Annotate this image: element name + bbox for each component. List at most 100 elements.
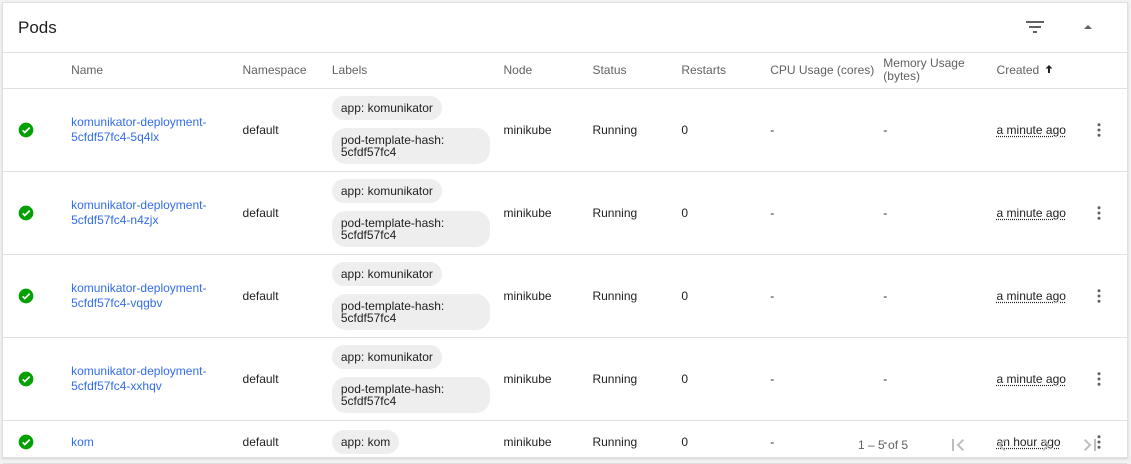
arrow-up-icon xyxy=(1043,63,1055,75)
more-vert-icon[interactable] xyxy=(1087,121,1111,139)
created-time: a minute ago xyxy=(997,123,1066,137)
actions-cell xyxy=(1087,338,1127,421)
pod-name-link[interactable]: komunikator-deployment-5cfdf57fc4-5q4lx xyxy=(71,115,221,145)
check-circle-icon xyxy=(18,288,34,304)
labels-cell: app: komunikator pod-template-hash: 5cfdf… xyxy=(332,89,504,172)
actions-column-header xyxy=(1087,52,1127,89)
page-title: Pods xyxy=(18,18,57,38)
column-header-status[interactable]: Status xyxy=(592,52,681,89)
status-text-cell: Running xyxy=(592,255,681,338)
actions-cell xyxy=(1087,172,1127,255)
more-vert-icon[interactable] xyxy=(1087,204,1111,222)
column-header-name[interactable]: Name xyxy=(71,52,242,89)
created-time: a minute ago xyxy=(997,206,1066,220)
label-chip: app: komunikator xyxy=(332,179,442,203)
column-header-created[interactable]: Created xyxy=(997,52,1088,89)
memory-cell: - xyxy=(883,255,996,338)
label-chip: pod-template-hash: 5cfdf57fc4 xyxy=(332,377,490,413)
cpu-cell: - xyxy=(770,172,883,255)
created-cell: a minute ago xyxy=(997,338,1088,421)
restarts-cell: 0 xyxy=(681,255,770,338)
created-cell: a minute ago xyxy=(997,89,1088,172)
name-cell: komunikator-deployment-5cfdf57fc4-xxhqv xyxy=(71,338,242,421)
restarts-cell: 0 xyxy=(681,338,770,421)
labels-cell: app: komunikator pod-template-hash: 5cfdf… xyxy=(332,338,504,421)
label-chip-list: app: komunikator pod-template-hash: 5cfdf… xyxy=(332,255,504,337)
pods-card: Pods Name Namespace Labels Node Status R… xyxy=(2,2,1128,458)
cpu-cell: - xyxy=(770,89,883,172)
table-row[interactable]: komunikator-deployment-5cfdf57fc4-n4zjx … xyxy=(3,172,1127,255)
name-cell: komunikator-deployment-5cfdf57fc4-5q4lx xyxy=(71,89,242,172)
status-text-cell: Running xyxy=(592,89,681,172)
next-page-icon[interactable] xyxy=(1034,433,1058,457)
table-row[interactable]: komunikator-deployment-5cfdf57fc4-vqgbv … xyxy=(3,255,1127,338)
label-chip: app: komunikator xyxy=(332,96,442,120)
name-cell: komunikator-deployment-5cfdf57fc4-n4zjx xyxy=(71,172,242,255)
node-cell: minikube xyxy=(504,255,593,338)
memory-cell: - xyxy=(883,172,996,255)
namespace-cell: default xyxy=(243,338,332,421)
namespace-cell: default xyxy=(243,89,332,172)
created-cell: a minute ago xyxy=(997,172,1088,255)
label-chip-list: app: komunikator pod-template-hash: 5cfdf… xyxy=(332,89,504,171)
column-header-node[interactable]: Node xyxy=(504,52,593,89)
check-circle-icon xyxy=(18,122,34,138)
actions-cell xyxy=(1087,255,1127,338)
actions-cell xyxy=(1087,89,1127,172)
status-cell xyxy=(3,338,71,421)
more-vert-icon[interactable] xyxy=(1087,287,1111,305)
restarts-cell: 0 xyxy=(681,89,770,172)
memory-cell: - xyxy=(883,89,996,172)
previous-page-icon[interactable] xyxy=(990,433,1014,457)
node-cell: minikube xyxy=(504,338,593,421)
pods-table: Name Namespace Labels Node Status Restar… xyxy=(3,52,1127,464)
label-chip: pod-template-hash: 5cfdf57fc4 xyxy=(332,211,490,247)
node-cell: minikube xyxy=(504,172,593,255)
label-chip-list: app: komunikator pod-template-hash: 5cfdf… xyxy=(332,172,504,254)
first-page-icon[interactable] xyxy=(946,433,970,457)
table-header-row: Name Namespace Labels Node Status Restar… xyxy=(3,52,1127,89)
column-header-created-label: Created xyxy=(997,63,1040,77)
label-chip: app: komunikator xyxy=(332,262,442,286)
last-page-icon[interactable] xyxy=(1078,433,1102,457)
pod-name-link[interactable]: komunikator-deployment-5cfdf57fc4-n4zjx xyxy=(71,198,221,228)
status-text-cell: Running xyxy=(592,172,681,255)
name-cell: komunikator-deployment-5cfdf57fc4-vqgbv xyxy=(71,255,242,338)
created-time: a minute ago xyxy=(997,289,1066,303)
status-cell xyxy=(3,255,71,338)
status-icon-column-header xyxy=(3,52,71,89)
filter-list-icon[interactable] xyxy=(1023,15,1047,39)
pagination: 1 – 5 of 5 xyxy=(3,426,1127,458)
namespace-cell: default xyxy=(243,172,332,255)
created-cell: a minute ago xyxy=(997,255,1088,338)
column-header-restarts[interactable]: Restarts xyxy=(681,52,770,89)
more-vert-icon[interactable] xyxy=(1087,370,1111,388)
labels-cell: app: komunikator pod-template-hash: 5cfdf… xyxy=(332,172,504,255)
label-chip: pod-template-hash: 5cfdf57fc4 xyxy=(332,128,490,164)
arrow-drop-up-icon[interactable] xyxy=(1076,15,1100,39)
table-row[interactable]: komunikator-deployment-5cfdf57fc4-xxhqv … xyxy=(3,338,1127,421)
created-time: a minute ago xyxy=(997,372,1066,386)
node-cell: minikube xyxy=(504,89,593,172)
memory-cell: - xyxy=(883,338,996,421)
cpu-cell: - xyxy=(770,255,883,338)
label-chip: pod-template-hash: 5cfdf57fc4 xyxy=(332,294,490,330)
column-header-cpu[interactable]: CPU Usage (cores) xyxy=(770,52,883,89)
pod-name-link[interactable]: komunikator-deployment-5cfdf57fc4-xxhqv xyxy=(71,364,221,394)
pagination-range: 1 – 5 of 5 xyxy=(858,438,908,452)
labels-cell: app: komunikator pod-template-hash: 5cfdf… xyxy=(332,255,504,338)
column-header-labels: Labels xyxy=(332,52,504,89)
label-chip-list: app: komunikator pod-template-hash: 5cfdf… xyxy=(332,338,504,420)
column-header-namespace[interactable]: Namespace xyxy=(243,52,332,89)
status-cell xyxy=(3,172,71,255)
label-chip: app: komunikator xyxy=(332,345,442,369)
check-circle-icon xyxy=(18,371,34,387)
pod-name-link[interactable]: komunikator-deployment-5cfdf57fc4-vqgbv xyxy=(71,281,221,311)
column-header-memory[interactable]: Memory Usage (bytes) xyxy=(883,52,996,89)
restarts-cell: 0 xyxy=(681,172,770,255)
namespace-cell: default xyxy=(243,255,332,338)
status-text-cell: Running xyxy=(592,338,681,421)
status-cell xyxy=(3,89,71,172)
cpu-cell: - xyxy=(770,338,883,421)
table-row[interactable]: komunikator-deployment-5cfdf57fc4-5q4lx … xyxy=(3,89,1127,172)
